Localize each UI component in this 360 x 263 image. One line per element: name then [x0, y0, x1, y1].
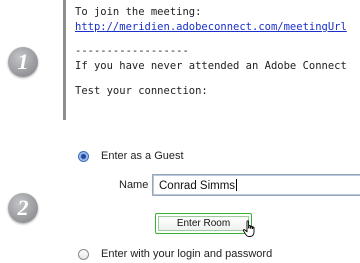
- enter-room-button[interactable]: Enter Room: [155, 213, 252, 234]
- hand-pointer-icon: [242, 220, 255, 237]
- guest-option-row[interactable]: Enter as a Guest: [78, 150, 184, 162]
- login-option-row[interactable]: Enter with your login and password: [78, 248, 272, 260]
- text-caret: [236, 179, 238, 191]
- login-option-label: Enter with your login and password: [101, 248, 273, 260]
- enter-room-button-label: Enter Room: [158, 216, 249, 231]
- email-line-test-connection: Test your connection:: [75, 85, 208, 97]
- email-excerpt: To join the meeting: http://meridien.ado…: [63, 0, 360, 120]
- step-2-badge: 2: [8, 193, 38, 223]
- guest-option-label: Enter as a Guest: [101, 150, 184, 162]
- email-line-never-attended: If you have never attended an Adobe Conn…: [75, 60, 347, 72]
- email-line-join: To join the meeting:: [75, 6, 202, 18]
- login-radio[interactable]: [78, 248, 89, 260]
- name-input-value: Conrad Simms: [159, 180, 236, 192]
- guest-radio[interactable]: [78, 150, 89, 162]
- step-1-badge: 1: [8, 47, 38, 77]
- name-input[interactable]: Conrad Simms: [152, 174, 360, 196]
- email-separator: ------------------: [75, 45, 189, 57]
- name-label: Name: [119, 179, 149, 191]
- meeting-url-link[interactable]: http://meridien.adobeconnect.com/meeting…: [75, 21, 347, 33]
